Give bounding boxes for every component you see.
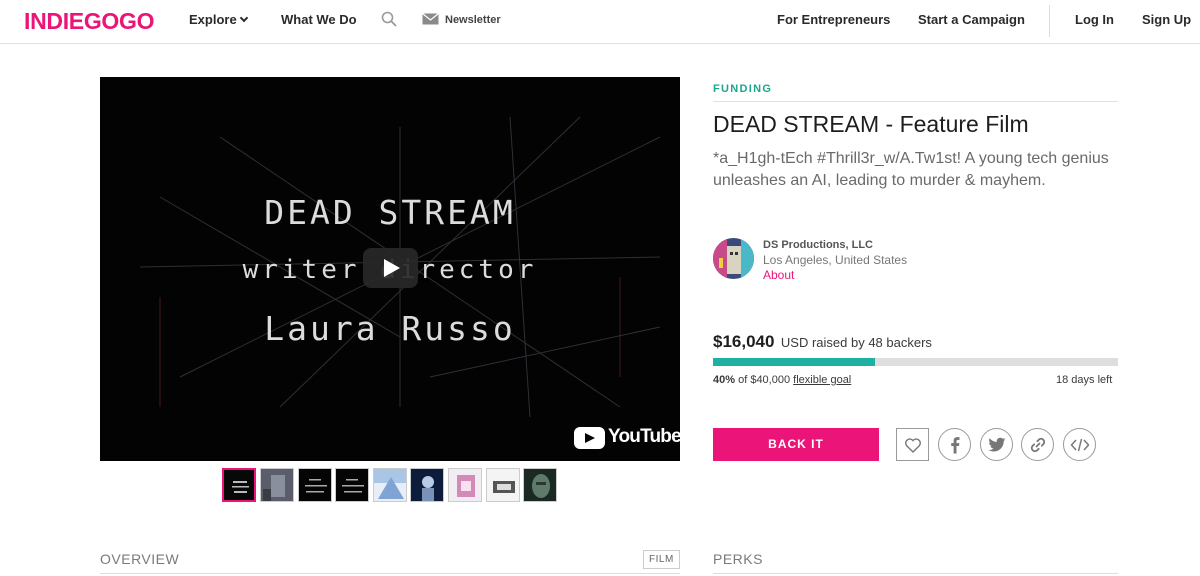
back-it-button[interactable]: BACK IT bbox=[713, 428, 879, 461]
raised-amount: $16,040 bbox=[713, 332, 775, 351]
tab-overview[interactable]: OVERVIEW bbox=[100, 551, 179, 567]
newsletter-link[interactable]: Newsletter bbox=[422, 13, 501, 26]
raised-backers-text: USD raised by 48 backers bbox=[780, 335, 932, 350]
goal-amount: of $40,000 bbox=[738, 374, 791, 386]
media-thumbnail[interactable] bbox=[410, 468, 444, 502]
media-thumbnail[interactable] bbox=[222, 468, 256, 502]
campaign-title: DEAD STREAM - Feature Film bbox=[713, 111, 1029, 137]
campaign-video-player[interactable]: DEAD STREAM writer director Laura Russo … bbox=[100, 77, 680, 461]
link-icon bbox=[1030, 437, 1045, 452]
log-in-link[interactable]: Log In bbox=[1075, 12, 1114, 27]
chevron-down-icon bbox=[239, 13, 248, 23]
status-divider bbox=[713, 101, 1118, 102]
category-badge[interactable]: FILM bbox=[643, 550, 680, 569]
twitter-share-button[interactable] bbox=[980, 428, 1013, 461]
video-credit-line: Laura Russo bbox=[264, 309, 516, 348]
for-entrepreneurs-link[interactable]: For Entrepreneurs bbox=[777, 12, 890, 27]
media-thumbnail[interactable] bbox=[448, 468, 482, 502]
copy-link-button[interactable] bbox=[1021, 428, 1054, 461]
funding-progress-fill bbox=[713, 358, 875, 366]
video-title-line: DEAD STREAM bbox=[264, 193, 516, 232]
overview-divider bbox=[100, 573, 680, 574]
indiegogo-logo[interactable]: INDIEGOGO bbox=[24, 8, 155, 35]
search-icon[interactable] bbox=[381, 11, 397, 30]
goal-percent: 40% bbox=[713, 374, 736, 386]
what-we-do-link[interactable]: What We Do bbox=[281, 12, 357, 27]
envelope-icon bbox=[422, 13, 439, 25]
explore-menu[interactable]: Explore bbox=[189, 12, 248, 27]
campaign-status-label: FUNDING bbox=[713, 83, 773, 95]
owner-about-link[interactable]: About bbox=[763, 268, 794, 282]
twitter-icon bbox=[987, 437, 1005, 451]
media-thumbnail[interactable] bbox=[298, 468, 332, 502]
newsletter-label: Newsletter bbox=[445, 14, 501, 26]
play-button[interactable] bbox=[363, 248, 418, 288]
facebook-icon bbox=[950, 436, 959, 453]
explore-label: Explore bbox=[189, 12, 237, 27]
tab-perks[interactable]: PERKS bbox=[713, 551, 763, 567]
perks-divider bbox=[713, 573, 1118, 574]
campaign-tagline: *a_H1gh-tEch #Thrill3r_w/A.Tw1st! A youn… bbox=[713, 150, 1109, 189]
funds-raised: $16,040 USD raised by 48 backers bbox=[713, 332, 932, 352]
media-thumbnail[interactable] bbox=[260, 468, 294, 502]
owner-location: Los Angeles, United States bbox=[763, 253, 908, 267]
code-icon bbox=[1070, 438, 1089, 451]
funding-progress-bar bbox=[713, 358, 1118, 366]
goal-summary: 40% of $40,000 flexible goal bbox=[713, 374, 851, 386]
nav-divider bbox=[1049, 5, 1050, 37]
top-navigation-bar: INDIEGOGO Explore What We Do Newsletter … bbox=[0, 0, 1200, 44]
media-thumbnail[interactable] bbox=[335, 468, 369, 502]
embed-code-button[interactable] bbox=[1063, 428, 1096, 461]
heart-icon bbox=[905, 438, 921, 453]
youtube-wordmark: YouTube bbox=[608, 426, 680, 447]
media-thumbnail[interactable] bbox=[373, 468, 407, 502]
facebook-share-button[interactable] bbox=[938, 428, 971, 461]
sign-up-link[interactable]: Sign Up bbox=[1142, 12, 1191, 27]
youtube-play-icon bbox=[574, 427, 605, 449]
owner-avatar[interactable] bbox=[713, 238, 754, 279]
media-thumbnail[interactable] bbox=[486, 468, 520, 502]
follow-button[interactable] bbox=[896, 428, 929, 461]
flexible-goal-link[interactable]: flexible goal bbox=[793, 374, 851, 386]
days-left: 18 days left bbox=[1056, 374, 1113, 386]
owner-name[interactable]: DS Productions, LLC bbox=[763, 239, 873, 251]
start-campaign-link[interactable]: Start a Campaign bbox=[918, 12, 1025, 27]
media-thumbnail[interactable] bbox=[523, 468, 557, 502]
